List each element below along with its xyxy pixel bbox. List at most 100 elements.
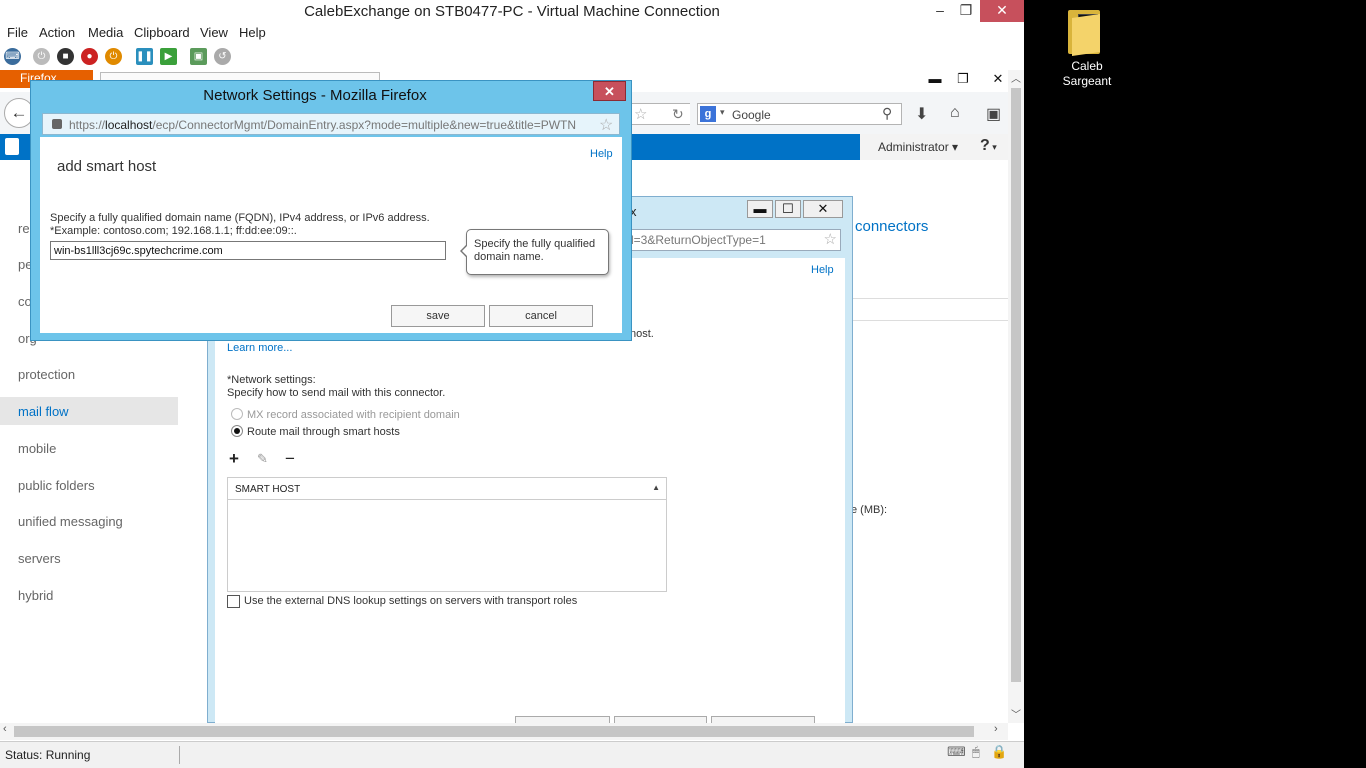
menu-help[interactable]: Help <box>239 25 266 40</box>
help-link[interactable]: Help <box>590 148 613 160</box>
help-menu-icon[interactable]: ? ▾ <box>980 137 997 155</box>
divider <box>853 320 1008 321</box>
vm-minimize-button[interactable]: – <box>928 0 952 22</box>
horizontal-scrollbar[interactable]: ‹ › <box>0 723 1008 740</box>
remove-icon[interactable]: − <box>285 449 295 469</box>
reset-icon[interactable]: ▶ <box>160 48 177 65</box>
menu-clipboard[interactable]: Clipboard <box>134 25 190 40</box>
url-path: /ecp/ConnectorMgmt/DomainEntry.aspx?mode… <box>152 118 577 132</box>
mx-record-radio[interactable] <box>231 408 243 420</box>
bookmark-star-icon[interactable]: ☆ <box>824 230 837 248</box>
smart-host-column-header[interactable]: SMART HOST ▲ <box>228 478 666 500</box>
folder-label-line1: Caleb <box>1071 59 1103 73</box>
tooltip-arrow-fill <box>462 245 468 257</box>
vm-window: CalebExchange on STB0477-PC - Virtual Ma… <box>0 0 1024 768</box>
pause-icon[interactable]: ❚❚ <box>136 48 153 65</box>
connector-url-text: d=3&ReturnObjectType=1 <box>627 233 766 247</box>
smart-host-label: Route mail through smart hosts <box>247 426 400 438</box>
scroll-down-icon[interactable]: ﹀ <box>1011 706 1021 721</box>
connector-help-link[interactable]: Help <box>811 264 834 276</box>
vm-close-button[interactable]: ✕ <box>980 0 1024 22</box>
bookmarks-icon[interactable]: ▣ <box>986 104 1001 124</box>
scroll-right-icon[interactable]: › <box>994 723 998 735</box>
network-settings-close-button[interactable]: ✕ <box>593 81 626 101</box>
add-icon[interactable]: + <box>229 449 239 469</box>
connector-dialog-close[interactable]: ✕ <box>803 200 843 218</box>
help-glyph: ? <box>980 137 990 154</box>
snapshot-icon[interactable]: ▣ <box>190 48 207 65</box>
google-icon[interactable]: g <box>700 106 716 122</box>
desktop-folder-label[interactable]: Caleb Sargeant <box>1052 59 1122 89</box>
vm-restore-button[interactable]: ❐ <box>954 0 978 22</box>
nav-item-recipients[interactable]: re <box>18 221 30 236</box>
sort-up-icon: ▲ <box>652 483 660 492</box>
revert-icon[interactable]: ↺ <box>214 48 231 65</box>
vm-statusbar: Status: Running <box>0 741 1024 768</box>
fqdn-description: Specify a fully qualified domain name (F… <box>50 212 430 224</box>
horizontal-scroll-thumb[interactable] <box>14 726 974 737</box>
fqdn-tooltip: Specify the fully qualified domain name. <box>466 229 609 275</box>
turn-off-icon[interactable]: ■ <box>57 48 74 65</box>
menu-file[interactable]: File <box>7 25 28 40</box>
smart-host-radio[interactable] <box>231 425 243 437</box>
nav-item-unified-messaging[interactable]: unified messaging <box>18 514 123 529</box>
nav-item-mail-flow[interactable]: mail flow <box>18 404 69 419</box>
nav-item-servers[interactable]: servers <box>18 551 61 566</box>
vm-status-text: Status: Running <box>5 748 91 762</box>
firefox-maximize-button[interactable]: ❐ <box>948 70 978 90</box>
menu-view[interactable]: View <box>200 25 228 40</box>
search-icon[interactable]: ⚲ <box>882 105 892 122</box>
connectors-heading: connectors <box>855 218 929 235</box>
folder-label-line2: Sargeant <box>1062 74 1112 88</box>
dns-lookup-checkbox[interactable] <box>227 595 240 608</box>
fqdn-example: *Example: contoso.com; 192.168.1.1; ff:d… <box>50 225 297 237</box>
vertical-scroll-thumb[interactable] <box>1011 88 1021 682</box>
mouse-icon: 🖱 <box>972 744 980 759</box>
admin-menu[interactable]: Administrator ▾ <box>878 140 958 154</box>
vm-toolbar: ⌨ ⏻ ■ ● ⏻ ❚❚ ▶ ▣ ↺ <box>0 44 1024 70</box>
vm-titlebar: CalebExchange on STB0477-PC - Virtual Ma… <box>0 0 1024 22</box>
nav-item-mobile[interactable]: mobile <box>18 441 56 456</box>
shutdown-icon[interactable]: ● <box>81 48 98 65</box>
url-host: localhost <box>105 118 153 132</box>
folder-icon[interactable] <box>1066 8 1102 56</box>
dns-lookup-label: Use the external DNS lookup settings on … <box>244 595 578 607</box>
connector-dialog-maximize[interactable]: ☐ <box>775 200 801 218</box>
connector-dialog-minimize[interactable]: ▬ <box>747 200 773 218</box>
home-icon[interactable]: ⌂ <box>950 104 960 122</box>
divider <box>853 298 1008 299</box>
network-settings-title: Network Settings - Mozilla Firefox <box>203 87 427 104</box>
search-placeholder: Google <box>732 108 771 122</box>
keyboard-icon: ⌨ <box>947 744 966 759</box>
connector-dialog-url: d=3&ReturnObjectType=1 ☆ <box>622 229 841 251</box>
office-logo-icon <box>5 138 19 155</box>
vm-menubar: File Action Media Clipboard View Help <box>0 22 1024 42</box>
nav-item-public-folders[interactable]: public folders <box>18 478 95 493</box>
cancel-button[interactable]: cancel <box>489 305 593 327</box>
smart-host-input[interactable] <box>50 241 446 260</box>
learn-more-link[interactable]: Learn more... <box>227 342 292 354</box>
lock-icon: 🔒 <box>991 744 1008 759</box>
chevron-down-icon: ▾ <box>720 107 725 117</box>
admin-label: Administrator <box>878 140 949 154</box>
scroll-up-icon[interactable]: ︿ <box>1011 70 1021 85</box>
save-button[interactable]: save <box>391 305 485 327</box>
download-icon[interactable]: ⬇ <box>915 104 928 124</box>
edit-icon[interactable]: ✎ <box>257 451 268 467</box>
firefox-minimize-button[interactable]: ▬ <box>920 70 950 90</box>
bookmark-star-icon[interactable]: ☆ <box>634 105 647 123</box>
ctrl-alt-del-icon[interactable]: ⌨ <box>4 48 21 65</box>
scroll-left-icon[interactable]: ‹ <box>3 723 7 735</box>
bookmark-star-icon[interactable]: ☆ <box>599 115 613 135</box>
power-icon[interactable]: ⏻ <box>105 48 122 65</box>
vertical-scrollbar[interactable]: ︿ ﹀ <box>1008 70 1024 723</box>
menu-media[interactable]: Media <box>88 25 123 40</box>
menu-action[interactable]: Action <box>39 25 75 40</box>
reload-icon[interactable]: ↻ <box>672 106 684 123</box>
network-settings-sub: Specify how to send mail with this conne… <box>227 387 446 399</box>
search-input[interactable]: g ▾ Google ⚲ <box>697 103 902 125</box>
nav-item-protection[interactable]: protection <box>18 367 75 382</box>
vm-window-title: CalebExchange on STB0477-PC - Virtual Ma… <box>304 3 720 20</box>
start-icon[interactable]: ⏻ <box>33 48 50 65</box>
nav-item-hybrid[interactable]: hybrid <box>18 588 53 603</box>
